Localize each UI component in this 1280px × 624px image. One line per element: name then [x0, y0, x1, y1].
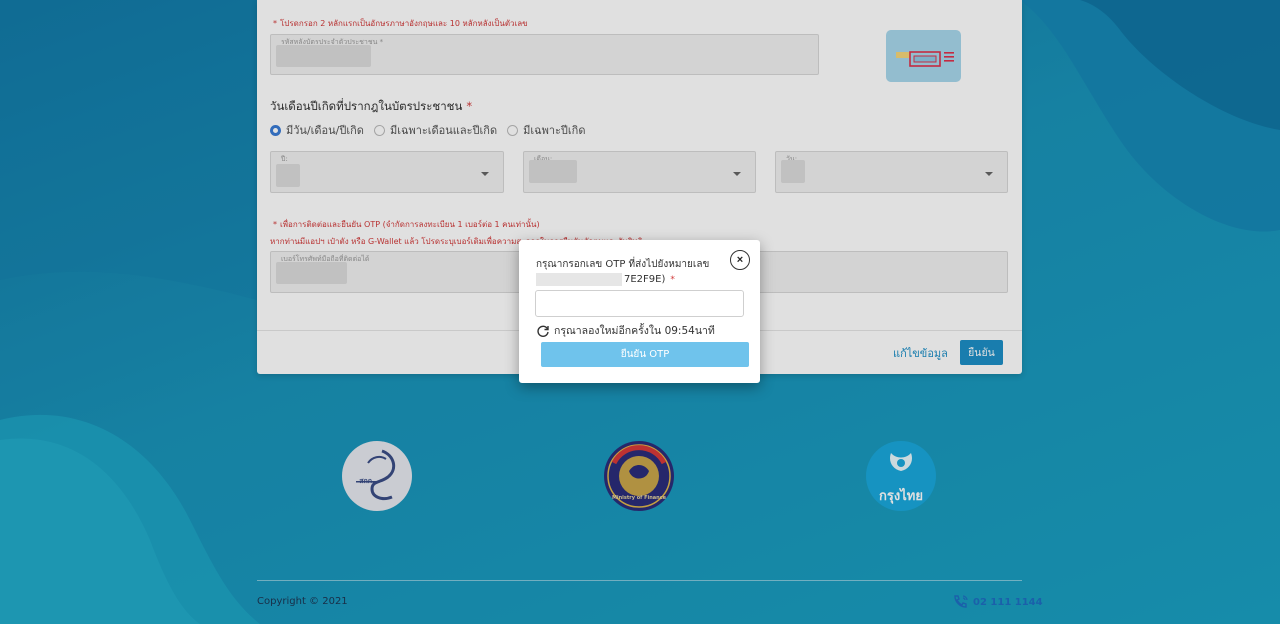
refresh-icon: [537, 325, 549, 337]
otp-reference: 7E2F9E) *: [536, 273, 675, 286]
otp-retry-timer: กรุณาลองใหม่อีกครั้งใน 09:54นาที: [536, 322, 715, 339]
close-icon[interactable]: ×: [730, 250, 750, 270]
otp-modal: กรุณากรอกเลข OTP ที่ส่งไปยังหมายเลข 7E2F…: [519, 240, 760, 383]
masked-phone-number: [536, 273, 622, 286]
required-mark: *: [670, 274, 675, 285]
otp-ref-code: 7E2F9E): [624, 274, 666, 285]
otp-input[interactable]: [535, 290, 744, 317]
retry-text: กรุณาลองใหม่อีกครั้งใน 09:54นาที: [554, 325, 715, 337]
otp-modal-title: กรุณากรอกเลข OTP ที่ส่งไปยังหมายเลข: [536, 259, 710, 270]
confirm-otp-button[interactable]: ยืนยัน OTP: [541, 342, 749, 367]
